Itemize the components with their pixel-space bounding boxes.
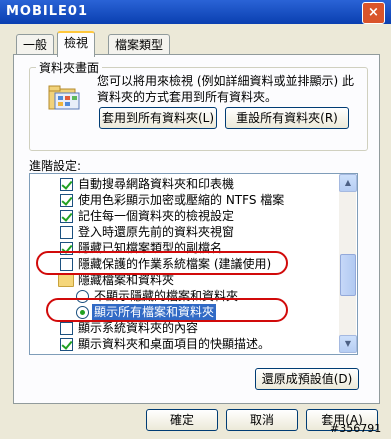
tab-view[interactable]: 檢視 — [57, 31, 96, 57]
list-item-label: 自動搜尋網路資料夾和印表機 — [78, 177, 235, 191]
list-scrollbar[interactable]: ▲ ▼ — [339, 174, 357, 353]
list-item-label: 登入時還原先前的資料夾視窗 — [78, 225, 235, 239]
scroll-down-arrow-icon[interactable]: ▼ — [339, 335, 357, 353]
scrollbar-thumb[interactable] — [340, 254, 356, 296]
restore-defaults-button[interactable]: 還原成預設值(D) — [255, 368, 359, 390]
scroll-up-arrow-icon[interactable]: ▲ — [339, 174, 357, 192]
list-item[interactable]: 登入時還原先前的資料夾視窗 — [30, 224, 340, 240]
tab-general[interactable]: 一般 — [16, 34, 55, 55]
window-title: MOBILE01 — [6, 4, 88, 19]
checkbox[interactable] — [60, 210, 73, 223]
reset-all-folders-button[interactable]: 重設所有資料夾(R) — [225, 107, 349, 129]
list-item[interactable]: 使用色彩顯示加密或壓縮的 NTFS 檔案 — [30, 192, 340, 208]
apply-to-all-folders-button[interactable]: 套用到所有資料夾(L) — [99, 107, 217, 129]
folder-views-title: 資料夾畫面 — [36, 59, 103, 76]
annotation-oval-show-all — [46, 298, 288, 322]
list-item-label: 顯示資料夾和桌面項目的快顯描述。 — [78, 337, 271, 351]
list-item-label: 記住每一個資料夾的檢視設定 — [78, 209, 235, 223]
folder-views-description: 您可以將用來檢視 (例如詳細資料或並排顯示) 此 資料夾的方式套用到所有資料夾。 — [97, 73, 357, 105]
ok-button[interactable]: 確定 — [146, 409, 218, 431]
list-item-label: 顯示系統資料夾的內容 — [78, 321, 199, 335]
checkbox[interactable] — [60, 178, 73, 191]
checkbox[interactable] — [60, 194, 73, 207]
cancel-button[interactable]: 取消 — [226, 409, 298, 431]
list-item[interactable]: 顯示系統資料夾的內容 — [30, 320, 340, 336]
tab-file-types[interactable]: 檔案類型 — [108, 34, 171, 55]
annotation-oval-hide-protected — [36, 251, 288, 275]
folder-icon — [58, 274, 74, 287]
checkbox[interactable] — [60, 338, 73, 351]
checkbox[interactable] — [60, 226, 73, 239]
list-item[interactable]: 自動搜尋網路資料夾和印表機 — [30, 176, 340, 192]
description-line-2: 資料夾的方式套用到所有資料夾。 — [97, 90, 278, 104]
advanced-settings-label: 進階設定: — [29, 159, 82, 173]
description-line-1: 您可以將用來檢視 (例如詳細資料或並排顯示) 此 — [97, 74, 354, 88]
close-button[interactable]: × — [362, 2, 385, 24]
list-item-label: 使用色彩顯示加密或壓縮的 NTFS 檔案 — [78, 193, 285, 207]
watermark-id: #356791 — [330, 422, 382, 435]
checkbox[interactable] — [60, 322, 73, 335]
list-item[interactable]: 記住每一個資料夾的檢視設定 — [30, 208, 340, 224]
folder-views-icon — [47, 83, 81, 111]
list-item[interactable]: 顯示資料夾和桌面項目的快顯描述。 — [30, 336, 340, 352]
